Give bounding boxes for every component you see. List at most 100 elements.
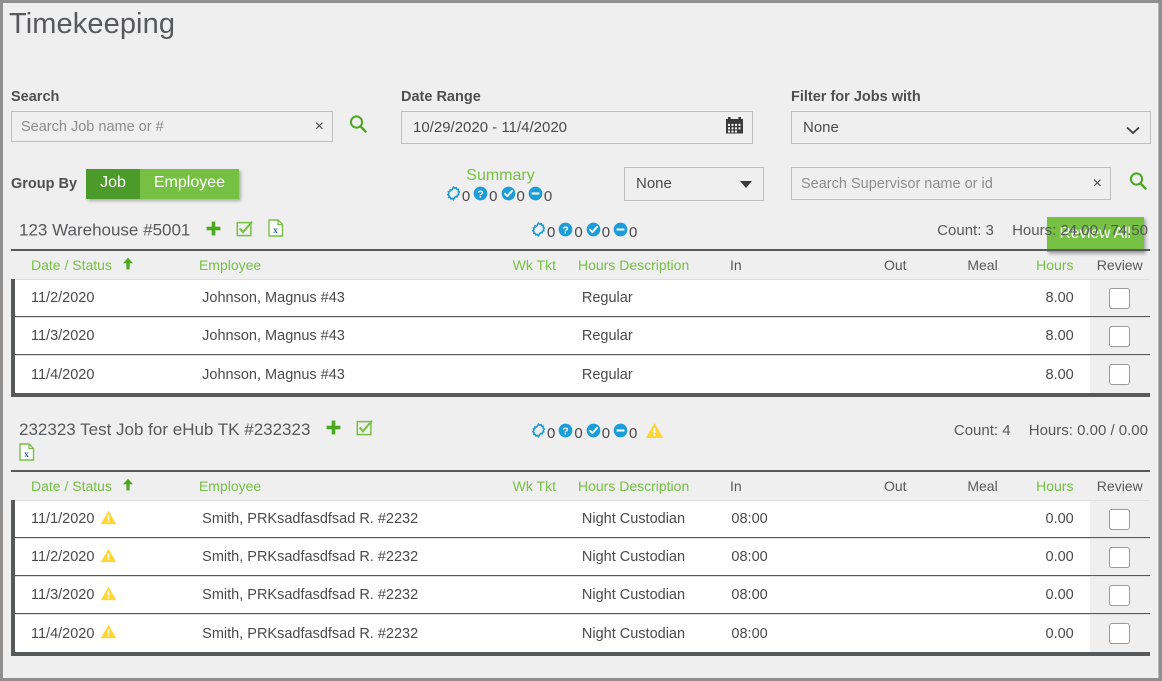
job-group-meta: Count: 3 Hours: 24.00 / 74.50 xyxy=(937,222,1148,239)
search-input-wrap: × xyxy=(11,111,333,142)
cell-date: 11/1/2020 xyxy=(15,510,202,529)
column-header-employee[interactable]: Employee xyxy=(199,257,449,273)
column-header-hours-description[interactable]: Hours Description xyxy=(556,478,722,494)
excel-export-icon[interactable]: x xyxy=(268,219,284,242)
review-checkbox[interactable] xyxy=(1109,364,1131,385)
search-label: Search xyxy=(11,89,60,105)
column-header-hours[interactable]: Hours xyxy=(998,478,1090,494)
review-checkbox[interactable] xyxy=(1109,584,1131,606)
excel-export-icon[interactable]: x xyxy=(19,443,1140,466)
group-by-employee-button[interactable]: Employee xyxy=(139,169,240,199)
column-header-hours[interactable]: Hours xyxy=(998,257,1090,273)
job-group-count-0: 0 xyxy=(547,424,556,442)
cell-date: 11/2/2020 xyxy=(15,548,202,567)
review-checkbox[interactable] xyxy=(1109,287,1131,309)
calendar-icon[interactable] xyxy=(725,116,744,139)
supervisor-search: × xyxy=(791,167,1148,200)
cell-employee: Johnson, Magnus #43 xyxy=(202,366,345,383)
cell-employee: Smith, PRKsadfasdfsad R. #2232 xyxy=(202,625,419,642)
search-input[interactable] xyxy=(11,111,333,142)
question-circle-icon: ? xyxy=(473,186,488,206)
cell-hours-description: Night Custodian xyxy=(581,625,686,642)
review-checkbox[interactable] xyxy=(1109,623,1131,644)
column-header-date[interactable]: Date / Status xyxy=(11,478,199,494)
table-row[interactable]: 11/4/2020 Johnson, Magnus #43 Regular 8.… xyxy=(15,355,1150,393)
warning-triangle-icon xyxy=(100,510,117,529)
clear-supervisor-icon[interactable]: × xyxy=(1093,175,1102,192)
warning-triangle-icon xyxy=(645,422,664,444)
job-group: 123 Warehouse #5001 x 0 ? 0 0 0 Count: 3… xyxy=(3,219,1158,397)
group-by-toggle: Job Employee xyxy=(86,169,240,199)
date-range-label: Date Range xyxy=(401,89,481,105)
clear-search-icon[interactable]: × xyxy=(315,118,324,135)
column-header-meal: Meal xyxy=(967,257,998,273)
svg-text:?: ? xyxy=(478,189,484,200)
table-row[interactable]: 11/1/2020 Smith, PRKsadfasdfsad R. #2232… xyxy=(15,500,1150,538)
minus-circle-icon xyxy=(528,186,543,206)
minus-circle-icon xyxy=(613,222,628,242)
check-square-icon[interactable] xyxy=(236,220,254,242)
column-header-meal: Meal xyxy=(967,478,998,494)
svg-text:?: ? xyxy=(563,225,569,236)
timekeeping-page: Timekeeping Search × Date Range xyxy=(3,3,1159,678)
cell-in: 08:00 xyxy=(731,587,768,603)
table-row[interactable]: 11/2/2020 Johnson, Magnus #43 Regular 8.… xyxy=(15,279,1150,317)
question-circle-icon: ? xyxy=(558,423,573,443)
cell-review xyxy=(1089,615,1150,652)
cell-in: 08:00 xyxy=(731,549,768,565)
column-header-hours-description[interactable]: Hours Description xyxy=(556,257,722,273)
job-group-count-3: 0 xyxy=(629,223,638,241)
cell-date-text: 11/3/2020 xyxy=(31,587,95,603)
cell-hours-description: Night Custodian xyxy=(581,587,686,603)
job-group-actions: x xyxy=(195,219,284,242)
cell-review xyxy=(1089,577,1150,613)
gear-outline-icon xyxy=(531,422,546,443)
check-circle-icon xyxy=(586,222,601,242)
check-circle-icon xyxy=(586,423,601,443)
plus-icon[interactable] xyxy=(325,419,342,441)
review-checkbox[interactable] xyxy=(1109,325,1131,347)
job-group-header: 232323 Test Job for eHub TK #232323 x 0 … xyxy=(11,419,1150,472)
date-range-input-wrap xyxy=(401,111,753,144)
cell-employee: Smith, PRKsadfasdfsad R. #2232 xyxy=(202,587,419,603)
date-range-input[interactable] xyxy=(401,111,753,144)
question-circle-icon: ? xyxy=(558,222,573,242)
job-filter-select[interactable]: None xyxy=(791,111,1151,144)
summary-link[interactable]: Summary xyxy=(458,166,543,185)
cell-date: 11/4/2020 xyxy=(31,366,95,383)
review-checkbox[interactable] xyxy=(1109,508,1131,530)
review-checkbox[interactable] xyxy=(1109,546,1131,568)
plus-icon[interactable] xyxy=(205,220,222,242)
group-by-job-button[interactable]: Job xyxy=(86,169,140,199)
table-row[interactable]: 11/3/2020 Smith, PRKsadfasdfsad R. #2232… xyxy=(15,576,1150,614)
cell-in: 08:00 xyxy=(731,511,768,527)
page-title: Timekeeping xyxy=(9,8,176,40)
job-group-hours-label: Hours: 0.00 / 0.00 xyxy=(1028,422,1148,439)
column-header-wk-tkt[interactable]: Wk Tkt xyxy=(448,478,556,494)
table-row[interactable]: 11/3/2020 Johnson, Magnus #43 Regular 8.… xyxy=(15,317,1150,355)
table-row[interactable]: 11/2/2020 Smith, PRKsadfasdfsad R. #2232… xyxy=(15,538,1150,576)
search-icon[interactable] xyxy=(348,114,368,139)
job-filter-column: Filter for Jobs with None xyxy=(791,89,1153,144)
cell-review xyxy=(1089,539,1150,575)
supervisor-search-input[interactable] xyxy=(791,167,1111,200)
table-header-row: Date / Status Employee Wk Tkt Hours Desc… xyxy=(11,251,1150,279)
cell-review xyxy=(1089,356,1150,393)
column-header-wk-tkt[interactable]: Wk Tkt xyxy=(448,257,556,273)
filter-bar: Search × Date Range xyxy=(3,41,1158,252)
column-header-employee[interactable]: Employee xyxy=(199,478,449,494)
cell-date: 11/4/2020 xyxy=(15,624,202,643)
job-group-status-counts: 0 ? 0 0 0 xyxy=(531,422,664,444)
table-row[interactable]: 11/4/2020 Smith, PRKsadfasdfsad R. #2232… xyxy=(15,614,1150,652)
check-square-icon[interactable] xyxy=(356,419,374,441)
supervisor-search-icon[interactable] xyxy=(1128,171,1148,196)
column-header-review: Review xyxy=(1096,257,1143,273)
cell-employee: Johnson, Magnus #43 xyxy=(202,328,345,344)
group-by-label: Group By xyxy=(11,176,78,192)
column-header-date[interactable]: Date / Status xyxy=(11,257,199,273)
job-group-count-2: 0 xyxy=(601,424,611,442)
summary-count-1: 0 xyxy=(489,187,498,205)
job-group-status-counts: 0 ? 0 0 0 xyxy=(531,221,640,242)
summary-period-select[interactable]: None xyxy=(624,167,764,201)
job-group: 232323 Test Job for eHub TK #232323 x 0 … xyxy=(3,419,1158,656)
